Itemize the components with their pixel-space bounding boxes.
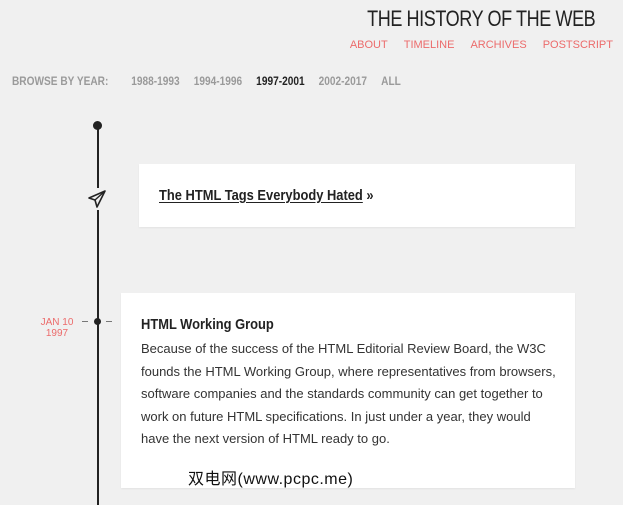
browse-label: BROWSE BY YEAR: xyxy=(12,76,109,88)
entry-link-arrow: » xyxy=(366,187,374,204)
date-connector-tick-right xyxy=(106,321,112,322)
nav-timeline[interactable]: TIMELINE xyxy=(404,39,455,51)
entry-body: Because of the success of the HTML Edito… xyxy=(141,341,556,446)
watermark: 双电网(www.pcpc.me) xyxy=(188,471,354,488)
paper-plane-icon xyxy=(86,188,108,210)
browse-by-year: BROWSE BY YEAR: 1988-1993 1994-1996 1997… xyxy=(12,76,415,88)
year-filter-1997-2001[interactable]: 1997-2001 xyxy=(256,76,304,88)
entry-date-month-day: JAN 10 xyxy=(40,317,74,328)
entry-date: JAN 10 1997 xyxy=(36,317,78,339)
timeline-node xyxy=(94,318,101,325)
nav-archives[interactable]: ARCHIVES xyxy=(470,39,526,51)
entry-card-link: The HTML Tags Everybody Hated » xyxy=(139,164,575,227)
year-filter-2002-2017[interactable]: 2002-2017 xyxy=(319,76,367,88)
main-nav: ABOUT TIMELINE ARCHIVES POSTSCRIPT xyxy=(350,39,613,51)
entry-link-text[interactable]: The HTML Tags Everybody Hated xyxy=(159,187,363,204)
entry-title: HTML Working Group xyxy=(141,316,274,333)
year-filter-all[interactable]: ALL xyxy=(381,76,401,88)
site-title[interactable]: THE HISTORY OF THE WEB xyxy=(367,6,596,32)
year-filter-1988-1993[interactable]: 1988-1993 xyxy=(131,76,179,88)
entry-date-year: 1997 xyxy=(45,328,69,339)
year-filter-1994-1996[interactable]: 1994-1996 xyxy=(194,76,242,88)
timeline-line xyxy=(97,125,99,505)
nav-about[interactable]: ABOUT xyxy=(350,39,388,51)
timeline-start-dot xyxy=(93,121,102,130)
date-connector-tick xyxy=(82,321,88,322)
entry-link[interactable]: The HTML Tags Everybody Hated » xyxy=(159,187,374,204)
nav-postscript[interactable]: POSTSCRIPT xyxy=(543,39,613,51)
entry-card: HTML Working Group Because of the succes… xyxy=(121,293,575,488)
